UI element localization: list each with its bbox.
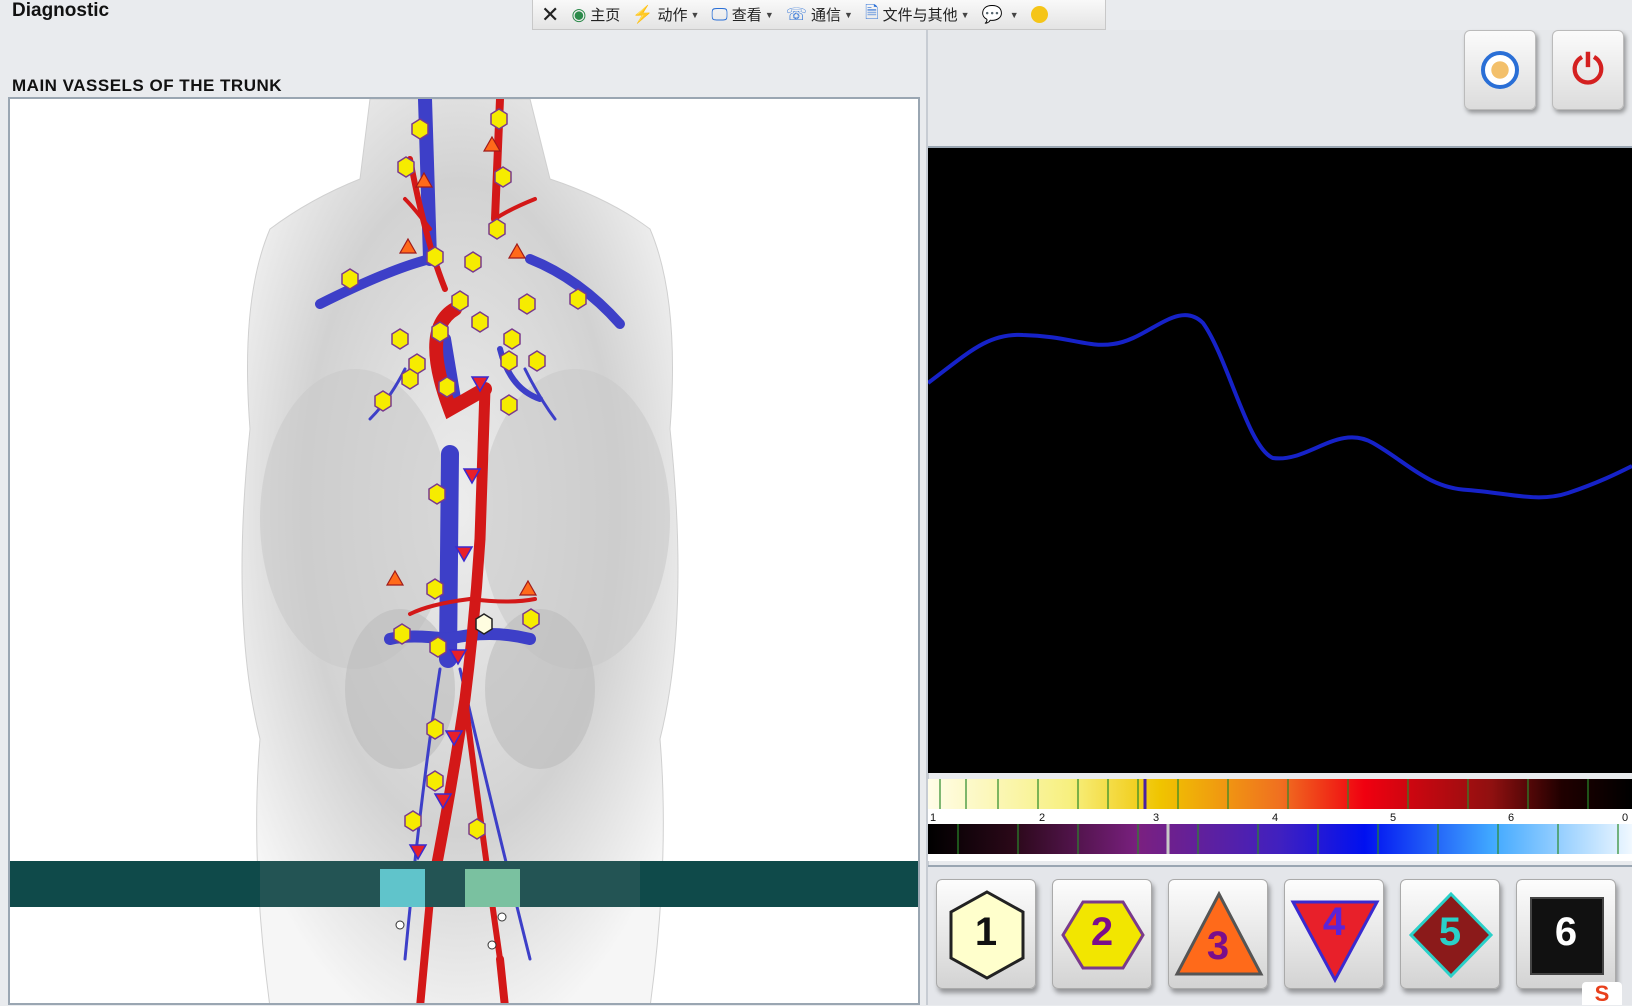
power-icon: ⏻ [1572, 47, 1604, 92]
hexagon-marker [428, 483, 446, 505]
toolbar-home[interactable]: ◉ 主页 [571, 4, 620, 25]
hexagon-marker [494, 166, 512, 188]
emoji-icon [1030, 6, 1048, 23]
hexagon-marker [528, 350, 546, 372]
level-1-button[interactable]: 1 [936, 879, 1036, 989]
emoji-button[interactable] [1030, 6, 1048, 23]
speaker-icon [1481, 51, 1519, 89]
hexagon-marker [374, 390, 392, 412]
chevron-down-icon: ▼ [764, 9, 774, 20]
hexagon-marker [431, 321, 449, 343]
chevron-down-icon: ▼ [690, 9, 700, 20]
tray-label: S [1594, 981, 1610, 1006]
chevron-down-icon: ▼ [844, 9, 853, 20]
warm-spectrum-bar [928, 779, 1632, 809]
toolbar-action-label: 动作 [657, 7, 688, 24]
level-buttons: 1 2 3 4 5 6 [928, 865, 1632, 1005]
anatomy-diagram [10, 99, 918, 1003]
spectrum-bars: 1 2 3 4 5 6 0 [928, 779, 1632, 854]
anatomy-panel [8, 97, 920, 1005]
level-3-button[interactable]: 3 [1168, 879, 1268, 989]
toolbar-action[interactable]: ⚡ 动作 ▼ [632, 4, 699, 25]
scale-label-4: 4 [1272, 812, 1278, 824]
level-6-button[interactable]: 6 [1516, 879, 1616, 989]
level-2-button[interactable]: 2 [1052, 879, 1152, 989]
hexagon-marker [426, 718, 444, 740]
chat-button[interactable]: 💬 ▼ [982, 5, 1019, 25]
level-3-label: 3 [1206, 924, 1230, 968]
spectrum-scale: 1 2 3 4 5 6 0 [928, 779, 1632, 861]
power-button[interactable]: ⏻ [1552, 30, 1624, 110]
signal-scope [926, 148, 1632, 773]
level-6-label: 6 [1554, 910, 1578, 954]
hexagon-marker [475, 613, 493, 635]
scale-label-3: 3 [1153, 812, 1159, 824]
monitor-icon: 🖵 [711, 4, 728, 24]
file-transfer-icon: 🗎 [864, 3, 879, 22]
hexagon-marker [341, 268, 359, 290]
level-2-label: 2 [1090, 910, 1114, 954]
hexagon-marker [401, 368, 419, 390]
level-4-button[interactable]: 4 [1284, 879, 1384, 989]
level-1-label: 1 [974, 910, 998, 954]
level-5-button[interactable]: 5 [1400, 879, 1500, 989]
remote-toolbar: ✕ ◉ 主页 ⚡ 动作 ▼ 🖵 查看 ▼ ☏ 通信 ▼ 🗎 文件与其他 ▼ 💬 … [532, 0, 1106, 30]
hexagon-marker [429, 636, 447, 658]
toolbar-comm-label: 通信 [811, 7, 842, 24]
section-title: MAIN VASSELS OF THE TRUNK [12, 76, 283, 95]
hexagon-marker [438, 376, 456, 398]
hexagon-marker [391, 328, 409, 350]
cool-spectrum-bar [928, 824, 1632, 854]
scale-label-2: 2 [1039, 812, 1045, 824]
hexagon-marker [426, 578, 444, 600]
toolbar-view-label: 查看 [731, 7, 762, 24]
hexagon-marker [522, 608, 540, 630]
hexagon-marker [426, 770, 444, 792]
hexagon-marker [426, 246, 444, 268]
sound-button[interactable] [1464, 30, 1536, 110]
hexagon-marker [500, 394, 518, 416]
hexagon-marker [490, 108, 508, 130]
hexagon-marker [451, 290, 469, 312]
control-area: ⏻ [928, 30, 1632, 148]
hexagon-marker [393, 623, 411, 645]
hexagon-marker [518, 293, 536, 315]
hexagon-marker [468, 818, 486, 840]
hexagon-marker [503, 328, 521, 350]
home-icon: ◉ [571, 4, 587, 24]
hexagon-marker [500, 350, 518, 372]
app-title: Diagnostic [12, 0, 110, 21]
chat-icon: 💬 [981, 4, 1003, 24]
hexagon-marker [411, 118, 429, 140]
chevron-down-icon: ▼ [960, 9, 970, 20]
scale-label-6: 6 [1508, 812, 1514, 824]
hexagon-marker [471, 311, 489, 333]
phone-icon: ☏ [785, 4, 807, 24]
scale-label-1: 1 [930, 812, 936, 824]
hexagon-marker [464, 251, 482, 273]
chevron-down-icon: ▼ [1009, 9, 1019, 20]
hexagon-marker [488, 218, 506, 240]
toolbar-files[interactable]: 🗎 文件与其他 ▼ [865, 0, 970, 29]
scale-label-5: 5 [1390, 812, 1396, 824]
scale-label-0: 0 [1622, 812, 1628, 824]
level-4-label: 4 [1322, 900, 1346, 944]
hexagon-marker [397, 156, 415, 178]
hexagon-marker [569, 288, 587, 310]
hexagon-marker [404, 810, 422, 832]
lightning-icon: ⚡ [632, 4, 654, 24]
toolbar-comm[interactable]: ☏ 通信 ▼ [786, 4, 853, 25]
sogou-icon[interactable]: S [1582, 982, 1622, 1005]
toolbar-files-label: 文件与其他 [882, 7, 958, 24]
signal-trace [926, 313, 1632, 500]
toolbar-home-label: 主页 [590, 7, 621, 24]
close-icon[interactable]: ✕ [541, 2, 559, 28]
level-5-label: 5 [1438, 910, 1462, 954]
toolbar-view[interactable]: 🖵 查看 ▼ [711, 4, 773, 25]
